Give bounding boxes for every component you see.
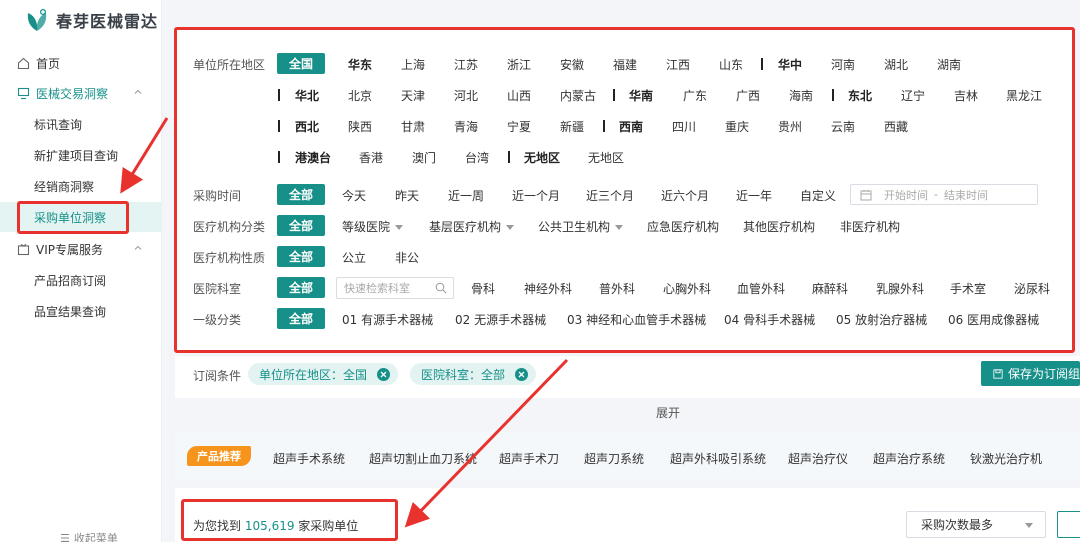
sprout-logo-icon <box>27 9 47 31</box>
sidebar-label-product-subscribe: 产品招商订阅 <box>34 273 107 288</box>
sidebar-label-project-search: 新扩建项目查询 <box>34 148 119 163</box>
chevron-up-icon <box>134 89 142 94</box>
recommend-item[interactable]: 超声刀系统 <box>584 450 644 467</box>
monitor-icon <box>16 86 30 100</box>
annotation-box-filters <box>174 27 1075 353</box>
sidebar-item-promo-results[interactable]: 品宣结果查询 <box>0 296 162 326</box>
sidebar-label-trade-insight: 医械交易洞察 <box>36 86 109 101</box>
home-icon <box>16 56 30 70</box>
annotation-box-result <box>181 499 398 541</box>
recommend-item[interactable]: 钬激光治疗机 <box>970 450 1042 467</box>
close-icon[interactable] <box>377 367 391 381</box>
sidebar-item-product-subscribe[interactable]: 产品招商订阅 <box>0 265 162 295</box>
recommend-badge: 产品推荐 <box>187 446 251 466</box>
save-subscription-label: 保存为订阅组 <box>1007 367 1080 381</box>
save-subscription-button[interactable]: 保存为订阅组 <box>981 361 1080 386</box>
sidebar-group-vip[interactable]: VIP专属服务 <box>0 234 162 264</box>
annotation-box-sidebar <box>17 201 129 234</box>
sidebar: 春芽医械雷达 首页 医械交易洞察 标讯查询 新扩建项目查询 经销商洞察 采购单位… <box>0 0 162 542</box>
close-icon[interactable] <box>515 367 529 381</box>
recommend-item[interactable]: 超声治疗系统 <box>873 450 945 467</box>
recommend-item[interactable]: 超声切割止血刀系统 <box>369 450 477 467</box>
subscription-tag[interactable]: 医院科室：全部 <box>410 363 537 385</box>
recommend-item[interactable]: 超声手术刀 <box>499 450 559 467</box>
sidebar-item-project-search[interactable]: 新扩建项目查询 <box>0 140 162 170</box>
recommend-item[interactable]: 超声外科吸引系统 <box>670 450 766 467</box>
sidebar-label-promo-results: 品宣结果查询 <box>34 304 107 319</box>
caret-down-icon <box>1025 523 1033 528</box>
recommend-item[interactable]: 超声手术系统 <box>273 450 345 467</box>
collapse-menu-button[interactable]: ☰ 收起菜单 <box>60 530 118 542</box>
save-icon <box>993 368 1003 379</box>
subscription-label: 订阅条件 <box>193 369 242 383</box>
sidebar-item-bid-search[interactable]: 标讯查询 <box>0 109 162 139</box>
sort-select-value: 采购次数最多 <box>921 518 994 532</box>
app-title: 春芽医械雷达 <box>56 12 159 31</box>
collapse-menu-label: 收起菜单 <box>73 532 118 542</box>
vip-icon <box>16 242 30 256</box>
sidebar-label-dealer-insight: 经销商洞察 <box>34 179 95 194</box>
sidebar-label-vip: VIP专属服务 <box>36 242 103 257</box>
expand-button[interactable]: 展开 <box>656 404 680 421</box>
collapse-icon: ☰ <box>60 531 70 542</box>
subscription-tag[interactable]: 单位所在地区：全国 <box>248 363 399 385</box>
sidebar-item-home[interactable]: 首页 <box>0 48 162 78</box>
sidebar-label-bid-search: 标讯查询 <box>34 117 83 132</box>
sort-select[interactable]: 采购次数最多 <box>906 511 1046 538</box>
subscription-tag-label: 单位所在地区：全国 <box>259 367 368 382</box>
logo[interactable]: 春芽医械雷达 <box>0 0 161 40</box>
chevron-up-icon <box>134 245 142 250</box>
sidebar-label-home: 首页 <box>36 56 61 71</box>
recommend-item[interactable]: 超声治疗仪 <box>788 450 848 467</box>
sidebar-group-trade-insight[interactable]: 医械交易洞察 <box>0 78 162 108</box>
subscription-tag-label: 医院科室：全部 <box>421 367 506 382</box>
sidebar-item-dealer-insight[interactable]: 经销商洞察 <box>0 171 162 201</box>
export-button[interactable] <box>1057 511 1080 538</box>
